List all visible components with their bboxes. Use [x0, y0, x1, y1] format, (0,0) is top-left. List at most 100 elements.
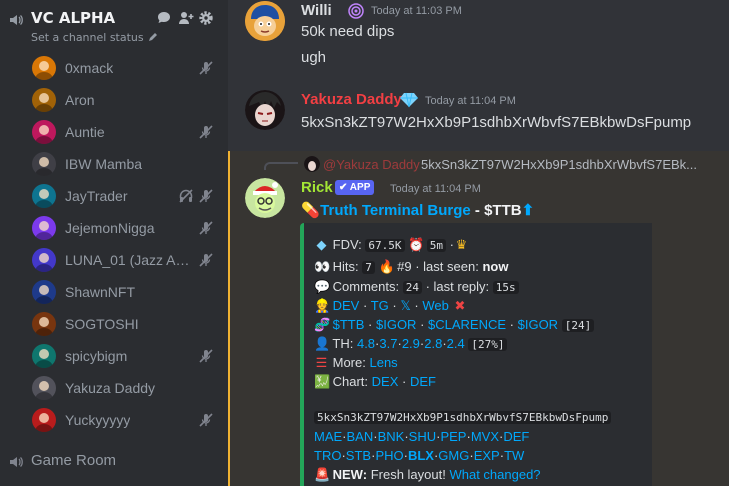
avatar-rick[interactable]	[245, 178, 285, 218]
voice-member[interactable]: Aron	[28, 86, 218, 114]
member-name: SOGTOSHI	[65, 316, 139, 332]
member-name: spicybigm	[65, 348, 128, 364]
dex-link[interactable]: PHO	[375, 448, 403, 463]
web-link[interactable]: Web	[422, 298, 449, 313]
avatar[interactable]	[32, 248, 56, 272]
contract-address[interactable]: 5kxSn3kZT97W2HxXb9P1sdhbXrWbvfS7EBkbwDsF…	[314, 411, 612, 424]
message-author[interactable]: Willi	[301, 2, 332, 19]
more-line: ☰ More: Lens	[314, 355, 398, 371]
member-name: LUNA_01 (Jazz Asi...	[65, 252, 190, 268]
dex-link[interactable]: GMG	[438, 448, 469, 463]
dex-link[interactable]: BLX	[408, 448, 434, 463]
ticker-label: - $TTB	[474, 202, 522, 219]
new-label: NEW:	[332, 467, 368, 482]
avatar-yakuza-daddy[interactable]	[245, 90, 285, 130]
message-author[interactable]: Rick	[301, 179, 333, 196]
dex-link[interactable]: BAN	[347, 429, 374, 444]
holder-link[interactable]: 3.7	[379, 336, 397, 351]
tg-link[interactable]: TG	[371, 298, 389, 313]
avatar[interactable]	[32, 152, 56, 176]
diamond-icon	[400, 92, 418, 108]
avatar[interactable]	[32, 376, 56, 400]
ticker-link[interactable]: $TTB	[333, 317, 365, 332]
avatar[interactable]	[32, 280, 56, 304]
lens-link[interactable]: Lens	[369, 355, 397, 370]
ticker-link[interactable]: $CLARENCE	[428, 317, 506, 332]
member-name: IBW Mamba	[65, 156, 143, 172]
mic-muted-icon	[199, 125, 213, 139]
voice-member[interactable]: Yakuza Daddy	[28, 374, 218, 402]
member-name: Yakuza Daddy	[65, 380, 156, 396]
message-author[interactable]: Yakuza Daddy	[301, 91, 402, 108]
app-badge: ✔ APP	[335, 180, 375, 195]
avatar[interactable]	[32, 344, 56, 368]
dex-link[interactable]: MAE	[314, 429, 342, 444]
holder-link[interactable]: 4.8	[357, 336, 375, 351]
dex-link[interactable]: PEP	[440, 429, 466, 444]
hits-label: Hits:	[332, 259, 359, 274]
dex-link[interactable]: STB	[346, 448, 371, 463]
gear-icon[interactable]	[198, 10, 214, 26]
last-reply-label: · last reply:	[425, 279, 490, 294]
dex-row-1: MAE·BAN·BNK·SHU·PEP·MVX·DEF	[314, 429, 530, 444]
dex-link[interactable]: DEX	[372, 374, 399, 389]
top-holders-line: 👤 TH: 4.8·3.7·2.9·2.8·2.4 [27%]	[314, 336, 508, 352]
ticker-link[interactable]: $IGOR	[518, 317, 558, 332]
dex-link[interactable]: MVX	[471, 429, 499, 444]
avatar[interactable]	[32, 184, 56, 208]
avatar[interactable]	[32, 88, 56, 112]
ticker-link[interactable]: $IGOR	[376, 317, 416, 332]
voice-member[interactable]: JejemonNigga	[28, 214, 218, 242]
avatar[interactable]	[32, 216, 56, 240]
last-seen-label: · last seen:	[415, 259, 479, 274]
message-text: ugh	[301, 49, 327, 66]
avatar[interactable]	[32, 56, 56, 80]
holder-link[interactable]: 2.9	[402, 336, 420, 351]
mic-muted-icon	[199, 61, 213, 75]
chart-label: Chart:	[332, 374, 369, 389]
avatar-willi[interactable]	[245, 1, 285, 41]
chat-bubble-icon[interactable]	[156, 10, 172, 26]
reply-preview[interactable]: 5kxSn3kZT97W2HxXb9P1sdhbXrWbvfS7EBk...	[421, 157, 701, 172]
hits-line: 👀 Hits: 7 🔥 #9 · last seen: now	[314, 259, 508, 275]
dex-link[interactable]: SHU	[409, 429, 436, 444]
reply-author[interactable]: @Yakuza Daddy	[323, 157, 420, 172]
more-label: More:	[332, 355, 366, 370]
voice-member[interactable]: spicybigm	[28, 342, 218, 370]
set-channel-status[interactable]: Set a channel status	[31, 31, 158, 44]
dex-link[interactable]: DEF	[503, 429, 529, 444]
voice-member[interactable]: ShawnNFT	[28, 278, 218, 306]
avatar[interactable]	[32, 408, 56, 432]
avatar[interactable]	[32, 120, 56, 144]
last-seen-value: now	[482, 259, 509, 274]
voice-member[interactable]: SOGTOSHI	[28, 310, 218, 338]
x-link[interactable]: 𝕏	[400, 298, 410, 313]
reply-avatar[interactable]	[304, 156, 320, 172]
voice-member[interactable]: LUNA_01 (Jazz Asi...	[28, 246, 218, 274]
mic-muted-icon	[199, 413, 213, 427]
embed-title-row: 💊 Truth Terminal Burge - $TTB⬆	[301, 201, 534, 219]
voice-member[interactable]: JayTrader	[28, 182, 218, 210]
holder-link[interactable]: 2.4	[447, 336, 465, 351]
voice-member[interactable]: Yuckyyyyy	[28, 406, 218, 434]
voice-member[interactable]: IBW Mamba	[28, 150, 218, 178]
cross-icon: ✖	[454, 298, 466, 313]
avatar[interactable]	[32, 312, 56, 336]
dex-link[interactable]: TRO	[314, 448, 341, 463]
def-link[interactable]: DEF	[410, 374, 436, 389]
voice-channel-game-room[interactable]: Game Room	[0, 448, 228, 476]
what-changed-link[interactable]: What changed?	[449, 467, 540, 482]
dex-link[interactable]: TW	[504, 448, 524, 463]
dex-row-2: TRO·STB·PHO·BLX·GMG·EXP·TW	[314, 448, 525, 463]
mic-muted-icon	[199, 349, 213, 363]
dex-link[interactable]: EXP	[474, 448, 500, 463]
voice-member[interactable]: 0xmack	[28, 54, 218, 82]
dev-link[interactable]: DEV	[333, 298, 360, 313]
invite-user-icon[interactable]	[178, 10, 194, 26]
tickers-line: 🧬 $TTB · $IGOR · $CLARENCE · $IGOR [24]	[314, 317, 595, 333]
token-link[interactable]: Truth Terminal Burge	[320, 202, 471, 219]
voice-member[interactable]: Auntie	[28, 118, 218, 146]
holder-link[interactable]: 2.8	[424, 336, 442, 351]
dex-link[interactable]: BNK	[378, 429, 405, 444]
voice-channel-header[interactable]: VC ALPHA Set a channel status	[0, 0, 228, 50]
